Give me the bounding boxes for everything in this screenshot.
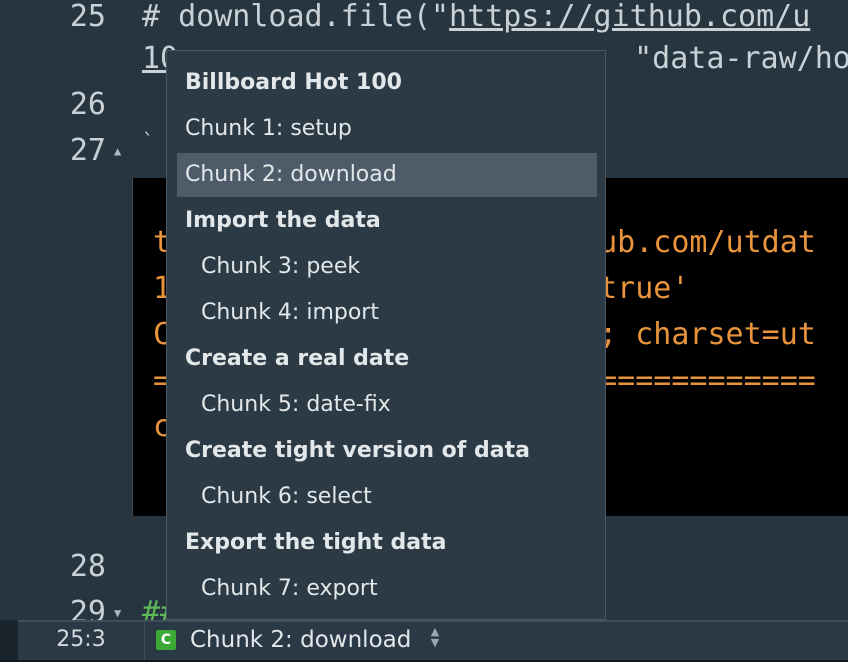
chunk-selector[interactable]: Chunk 2: download: [190, 622, 411, 658]
line-number-25: 25: [69, 0, 106, 34]
code-comment: # download.file(": [142, 0, 450, 34]
output-right: n; charset=ut: [581, 317, 816, 352]
status-bar: 25:3 C Chunk 2: download ▲ ▼: [18, 620, 848, 660]
updown-icon[interactable]: ▲ ▼: [428, 626, 442, 654]
line-number-26: 26: [69, 87, 106, 122]
menu-item-chunk-5-date-fix[interactable]: Chunk 5: date-fix: [177, 383, 597, 427]
fold-up-icon[interactable]: ▲: [114, 144, 121, 158]
fold-down-icon[interactable]: ▼: [114, 606, 121, 620]
line-number-27: 27: [69, 133, 106, 168]
menu-item-chunk-2-download[interactable]: Chunk 2: download: [177, 153, 597, 197]
code-args: "data-raw/hot: [634, 41, 848, 76]
menu-item-chunk-1-setup[interactable]: Chunk 1: setup: [177, 107, 597, 151]
menu-item-chunk-7-export[interactable]: Chunk 7: export: [177, 567, 597, 611]
output-right: nub.com/utdat: [581, 225, 816, 260]
output-right: =============: [581, 363, 816, 398]
line-number-29: 29: [69, 595, 106, 621]
menu-section-create-tight-version[interactable]: Create tight version of data: [177, 429, 597, 473]
line-number-28: 28: [69, 549, 106, 584]
chunk-icon: C: [156, 630, 176, 650]
cursor-position[interactable]: 25:3: [18, 622, 145, 660]
line-gutter: 25 26 27 ▲ 28 29 ▼: [18, 0, 132, 620]
code-line-27: `: [142, 129, 155, 153]
code-line-25: # download.file("https://github.com/u: [142, 0, 810, 34]
code-url: https://github.com/u: [449, 0, 811, 34]
menu-section-billboard-hot-100[interactable]: Billboard Hot 100: [177, 61, 597, 105]
editor-pane: 25 26 27 ▲ 28 29 ▼ # download.file("http…: [0, 0, 848, 620]
menu-item-chunk-4-import[interactable]: Chunk 4: import: [177, 291, 597, 335]
menu-section-export-the-tight-data[interactable]: Export the tight data: [177, 521, 597, 565]
chunk-navigation-menu: Billboard Hot 100 Chunk 1: setup Chunk 2…: [166, 50, 606, 620]
menu-section-create-a-real-date[interactable]: Create a real date: [177, 337, 597, 381]
menu-section-import-the-data[interactable]: Import the data: [177, 199, 597, 243]
menu-item-chunk-3-peek[interactable]: Chunk 3: peek: [177, 245, 597, 289]
menu-item-chunk-6-select[interactable]: Chunk 6: select: [177, 475, 597, 519]
